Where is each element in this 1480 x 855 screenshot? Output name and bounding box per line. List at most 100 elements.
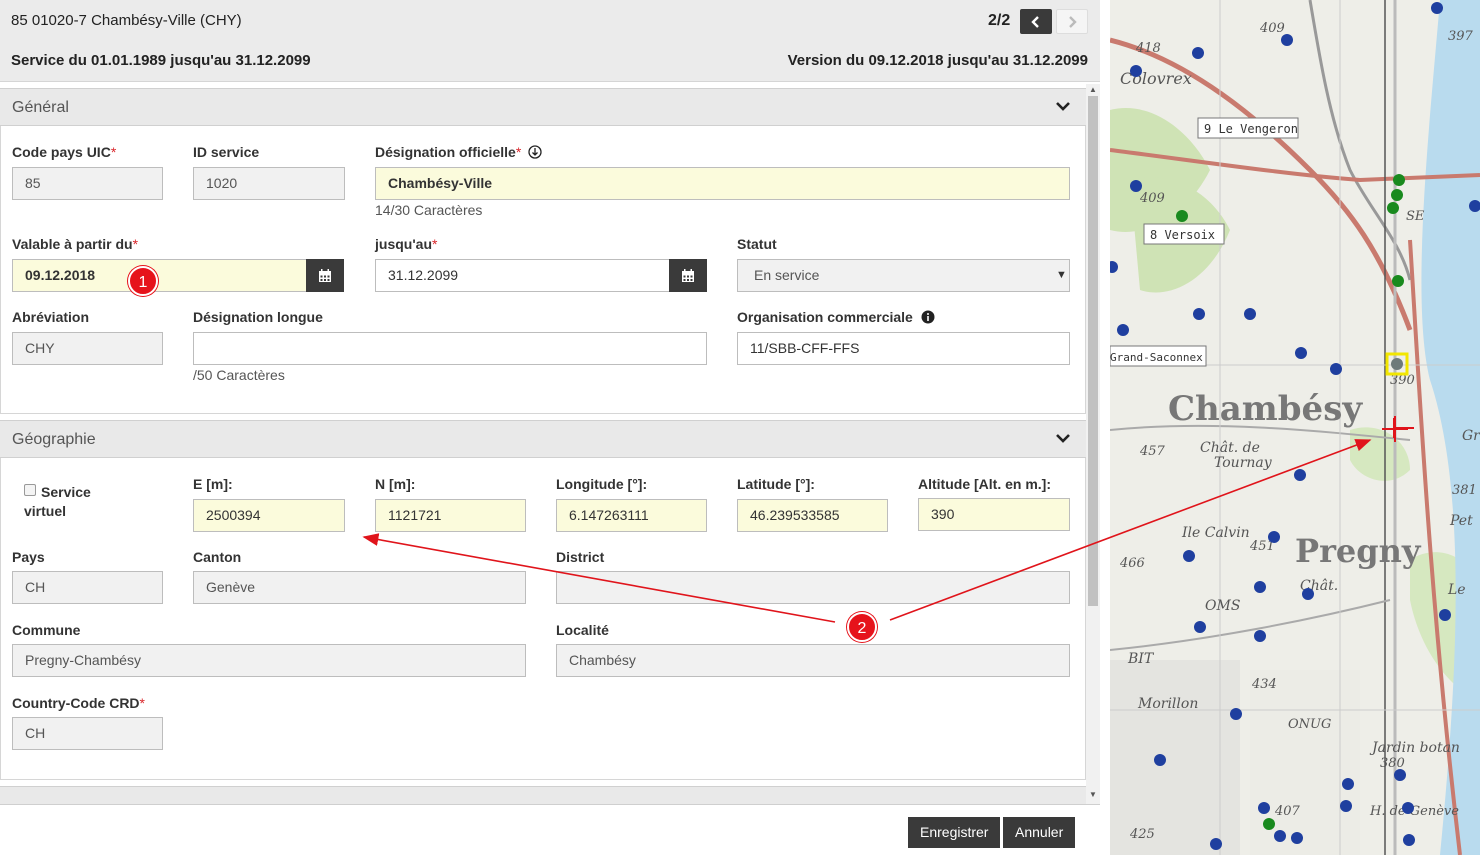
- info-icon[interactable]: [921, 310, 935, 324]
- app: 85 01020-7 Chambésy-Ville (CHY) 2/2 Serv…: [0, 0, 1480, 855]
- calendar-icon: [319, 268, 331, 282]
- map-stop: [1294, 469, 1306, 481]
- map-label-ile-calvin: Ile Calvin: [1181, 525, 1250, 541]
- organisation-label: Organisation commerciale: [737, 309, 935, 325]
- latitude-input[interactable]: 46.239533585: [737, 499, 888, 532]
- code-pays-label: Code pays UIC*: [12, 144, 117, 160]
- map-stop: [1391, 189, 1403, 201]
- next-version-button[interactable]: [1056, 9, 1088, 34]
- map-stop: [1431, 2, 1443, 14]
- altitude-input[interactable]: 390: [918, 498, 1070, 531]
- designation-officielle-input[interactable]: Chambésy-Ville: [375, 167, 1070, 200]
- map-stop: [1268, 531, 1280, 543]
- longitude-input[interactable]: 6.147263111: [556, 499, 707, 532]
- annotation-badge-1: 1: [128, 266, 158, 296]
- map-stop: [1342, 778, 1354, 790]
- caret-down-icon: ▼: [1056, 269, 1067, 281]
- map-label-jardin-botan: Jardin botan: [1369, 740, 1460, 756]
- map-stop: [1394, 769, 1406, 781]
- map-label-se: SE: [1406, 209, 1425, 224]
- map-stop: [1291, 832, 1303, 844]
- section-geographie-title: Géographie: [12, 431, 96, 448]
- service-virtuel-label-line1: Service: [41, 484, 91, 500]
- crosshair-icon: [1393, 418, 1414, 438]
- map-stop: [1281, 34, 1293, 46]
- valable-date-input[interactable]: 09.12.2018: [12, 259, 307, 292]
- organisation-input[interactable]: 11/SBB-CFF-FFS: [737, 332, 1070, 365]
- service-form-panel: 85 01020-7 Chambésy-Ville (CHY) 2/2 Serv…: [0, 0, 1100, 855]
- district-field: [556, 571, 1070, 604]
- map-spot-418: 418: [1135, 41, 1161, 56]
- chevron-right-icon: [1069, 15, 1077, 28]
- annotation-badge-2: 2: [847, 612, 877, 642]
- id-service-field: 1020: [193, 167, 345, 200]
- id-service-label: ID service: [193, 144, 260, 160]
- save-button[interactable]: Enregistrer: [908, 817, 1001, 848]
- service-virtuel-label-line2: virtuel: [24, 503, 67, 519]
- scroll-up-arrow-icon[interactable]: ▲: [1089, 85, 1097, 94]
- jusquau-date-input[interactable]: 31.12.2099: [375, 259, 670, 292]
- map-stop: [1230, 708, 1242, 720]
- valable-label: Valable à partir du*: [12, 236, 139, 252]
- calendar-icon: [682, 268, 694, 282]
- form-header: 85 01020-7 Chambésy-Ville (CHY) 2/2 Serv…: [0, 0, 1100, 82]
- map-stop: [1330, 363, 1342, 375]
- map-label-versoix: 8 Versoix: [1150, 228, 1215, 242]
- designation-longue-input[interactable]: [193, 332, 707, 365]
- map-canvas[interactable]: Colovrex 9 Le Vengeron 8 Versoix Grand-S…: [1110, 0, 1480, 855]
- map-stop: [1193, 308, 1205, 320]
- map-spot-409a: 409: [1259, 21, 1285, 36]
- map-stop: [1387, 202, 1399, 214]
- designation-longue-char-count: /50 Caractères: [193, 367, 285, 383]
- localite-label: Localité: [556, 622, 609, 638]
- map-spot-466: 466: [1119, 556, 1145, 571]
- map-stop: [1110, 261, 1118, 273]
- map-stop: [1402, 802, 1414, 814]
- page-title: 85 01020-7 Chambésy-Ville (CHY): [11, 12, 242, 29]
- longitude-label: Longitude [°]:: [556, 476, 648, 492]
- previous-version-button[interactable]: [1020, 9, 1052, 34]
- commune-field: Pregny-Chambésy: [12, 644, 526, 677]
- jusquau-calendar-button[interactable]: [669, 259, 707, 292]
- chevron-left-icon: [1031, 15, 1039, 28]
- map-label-bit: BIT: [1127, 651, 1155, 667]
- map-stop: [1117, 324, 1129, 336]
- map-label-tournay: Tournay: [1214, 455, 1273, 471]
- valable-calendar-button[interactable]: [306, 259, 344, 292]
- chevron-down-icon: [1056, 102, 1070, 111]
- map-stop: [1295, 347, 1307, 359]
- form-footer: Enregistrer Annuler: [0, 804, 1100, 855]
- section-general-title: Général: [12, 99, 69, 116]
- scroll-down-arrow-icon[interactable]: ▼: [1089, 790, 1097, 799]
- n-coordinate-input[interactable]: 1121721: [375, 499, 526, 532]
- statut-label: Statut: [737, 236, 777, 252]
- map-stop: [1254, 630, 1266, 642]
- map-spot-409b: 409: [1139, 191, 1165, 206]
- service-virtuel-checkbox[interactable]: [24, 484, 36, 496]
- statut-select[interactable]: En service: [737, 259, 1070, 292]
- localite-field: Chambésy: [556, 644, 1070, 677]
- next-section-header[interactable]: [0, 786, 1086, 804]
- map-stop: [1274, 830, 1286, 842]
- form-scroll-area[interactable]: Général Code pays UIC* 85 ID service 102…: [0, 84, 1086, 804]
- district-label: District: [556, 549, 605, 565]
- cancel-button[interactable]: Annuler: [1003, 817, 1076, 848]
- map-panel[interactable]: Colovrex 9 Le Vengeron 8 Versoix Grand-S…: [1110, 0, 1480, 855]
- map-spot-380: 380: [1380, 756, 1405, 771]
- section-geographie-header[interactable]: Géographie: [0, 420, 1086, 458]
- version-pager: 2/2: [988, 12, 1011, 29]
- section-general-header[interactable]: Général: [0, 88, 1086, 126]
- download-info-icon[interactable]: [528, 145, 542, 159]
- e-coordinate-input[interactable]: 2500394: [193, 499, 345, 532]
- scrollbar-thumb[interactable]: [1088, 96, 1098, 606]
- version-period: Version du 09.12.2018 jusqu'au 31.12.209…: [787, 52, 1088, 69]
- selected-stop: [1391, 358, 1403, 370]
- map-stop: [1302, 588, 1314, 600]
- map-stop: [1392, 275, 1404, 287]
- canton-label: Canton: [193, 549, 242, 565]
- latitude-label: Latitude [°]:: [737, 476, 815, 492]
- commune-label: Commune: [12, 622, 81, 638]
- form-scrollbar[interactable]: ▲ ▼: [1086, 84, 1100, 804]
- map-spot-381: 381: [1452, 483, 1477, 498]
- map-stop: [1192, 47, 1204, 59]
